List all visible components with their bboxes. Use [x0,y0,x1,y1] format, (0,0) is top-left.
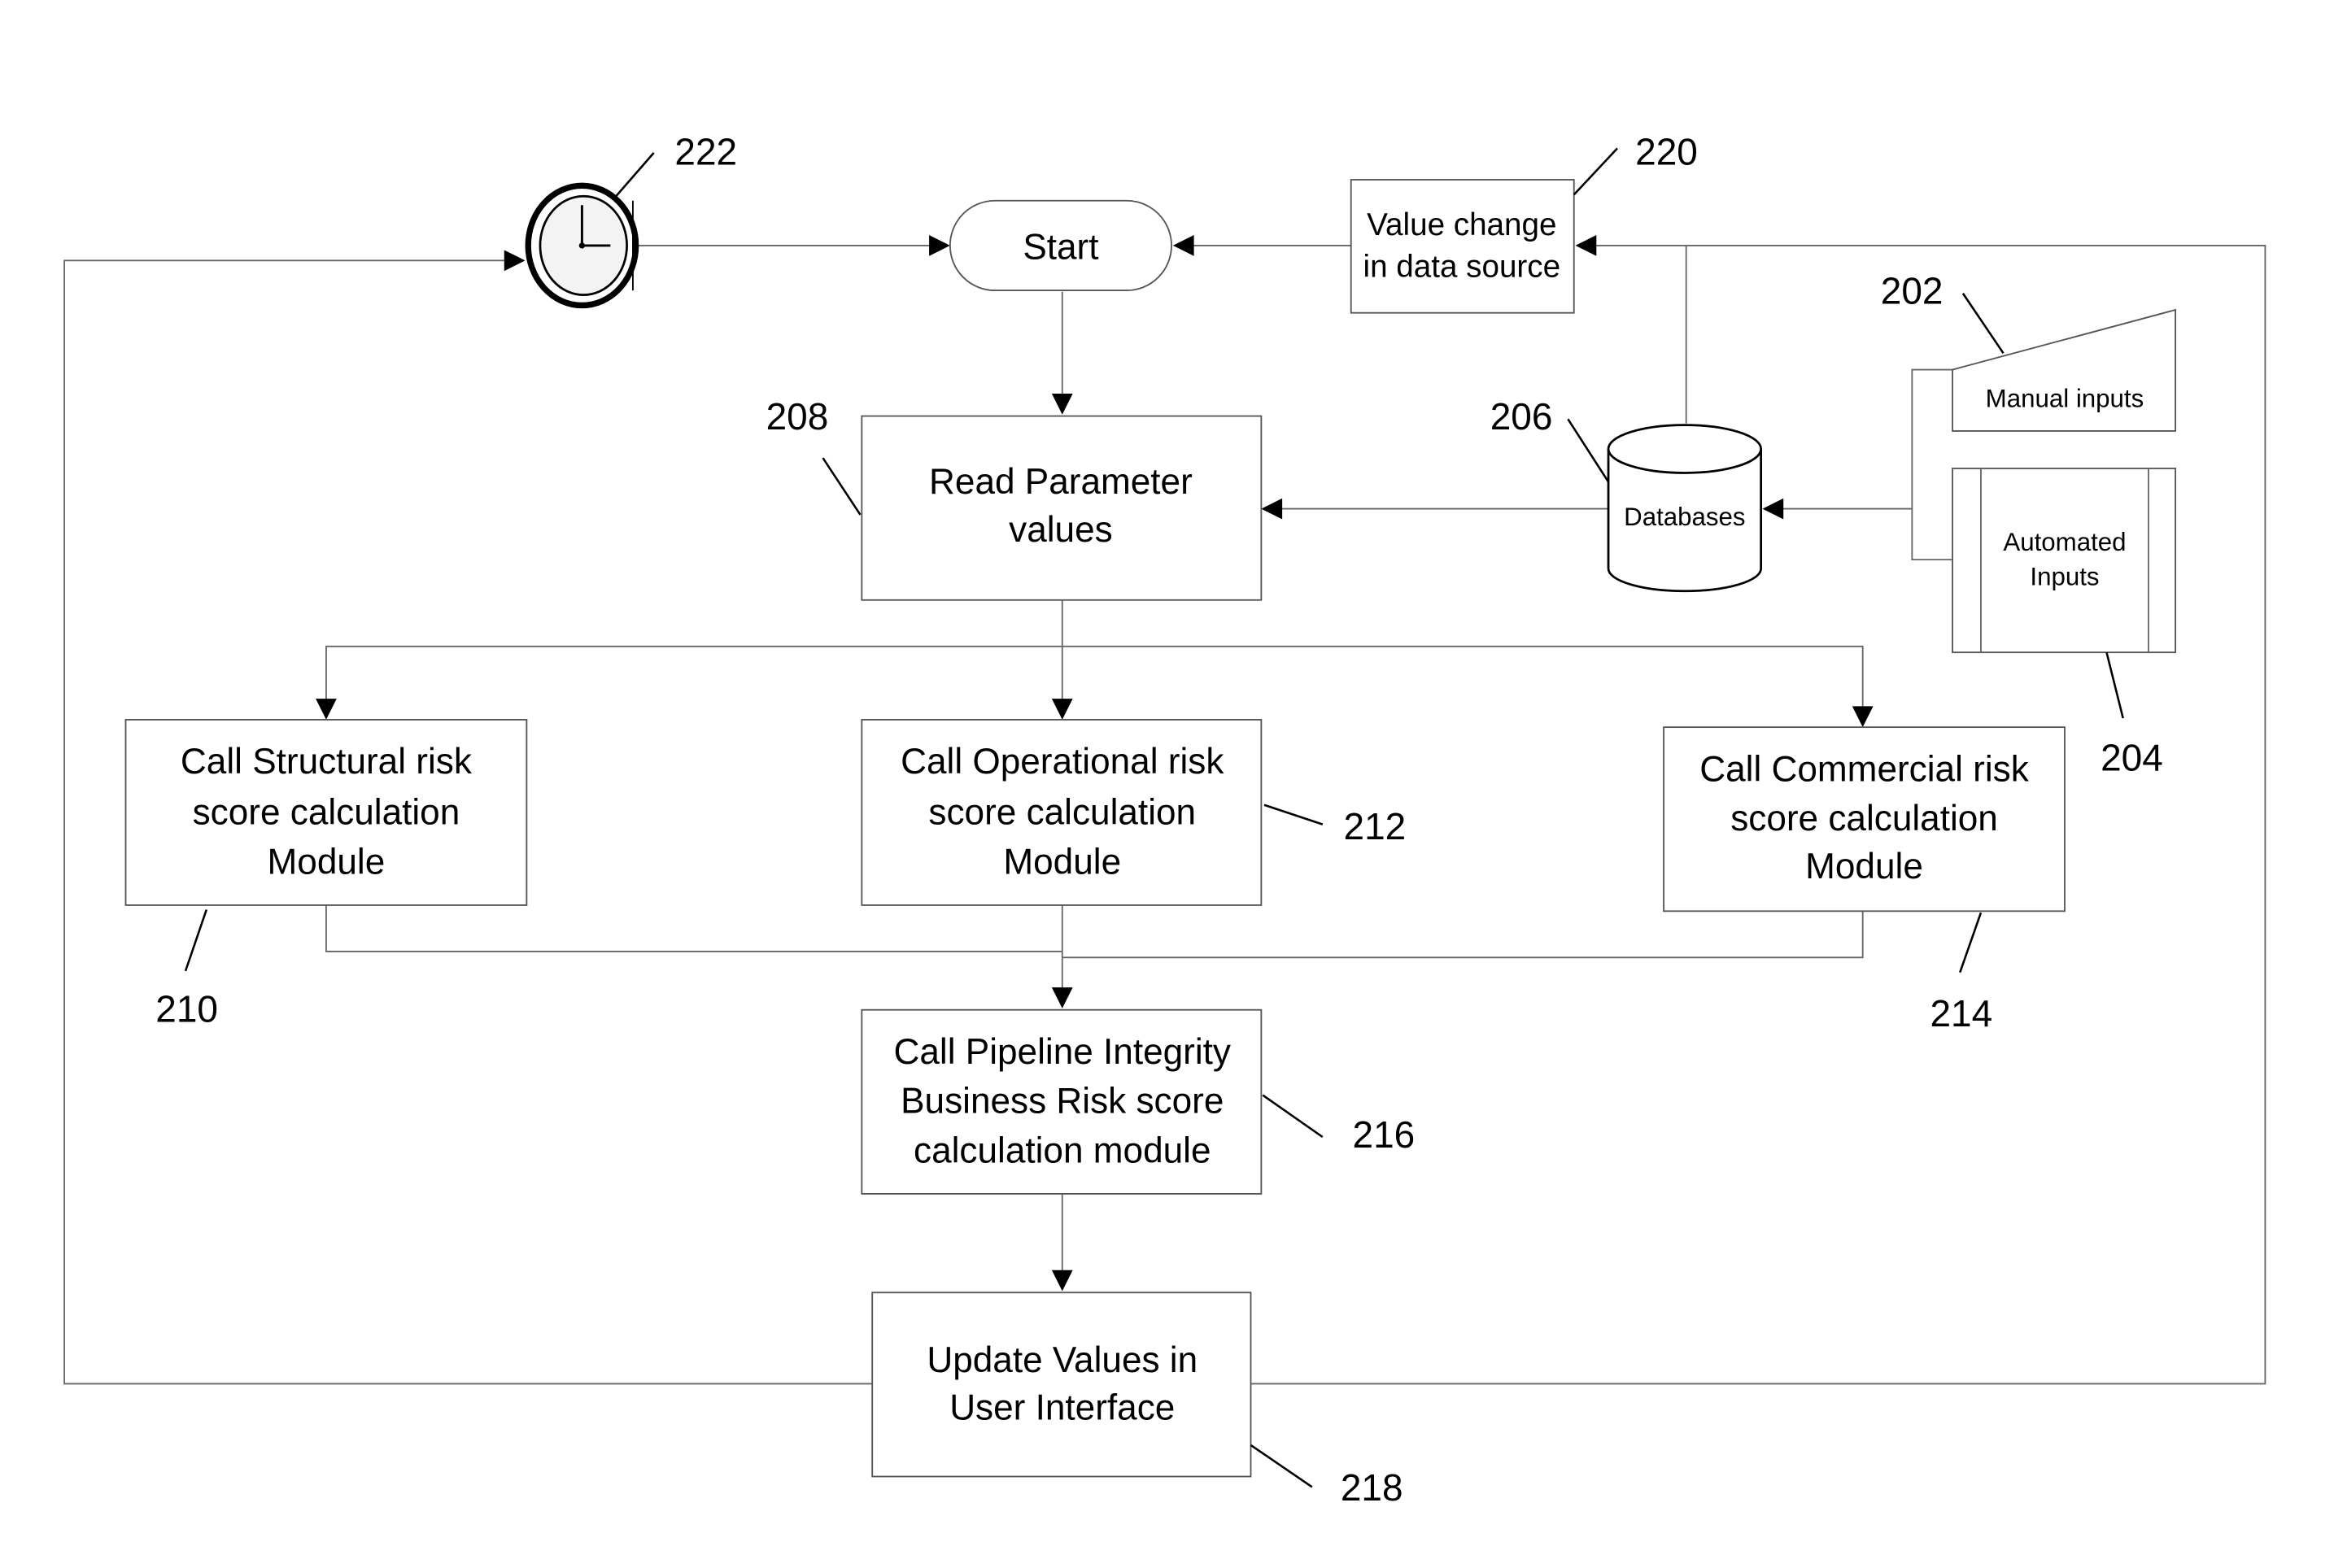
node-label: Manual inputs [1986,385,2144,413]
ref-label: 212 [1344,805,1407,847]
ref-label: 218 [1341,1466,1403,1509]
node-label: Call Pipeline Integrity [894,1032,1232,1072]
arrowhead [504,250,526,272]
start-node[interactable]: Start [949,199,1172,292]
arrowhead [929,235,950,256]
arrowhead [1852,706,1874,728]
structural-module-node[interactable]: Call Structural risk score calculation M… [124,718,528,1030]
node-label: score calculation [1730,799,1998,838]
arrowhead [1051,1270,1073,1291]
ref-label: 206 [1490,395,1553,438]
inputs-bracket [1911,368,1953,561]
update-ui-node[interactable]: Update Values in User Interface 218 [871,1291,1403,1509]
node-label: Module [1003,842,1121,882]
arrowhead [1172,235,1194,256]
connector-structural-pipeline [325,904,1062,952]
arrowhead [1762,498,1784,520]
node-label: score calculation [193,793,460,833]
value-change-node[interactable]: Value change in data source 220 [1350,131,1698,314]
node-label: Value change [1367,207,1556,242]
node-label: Read Parameter [929,462,1193,502]
arrowhead [1051,987,1073,1008]
node-label: Start [1023,227,1098,267]
node-label: Inputs [2030,562,2099,590]
node-label: Call Commercial risk [1699,749,2029,789]
flowchart: 222 Start Value change in data source 22… [63,131,2266,1509]
node-label: in data source [1363,250,1561,285]
node-label: Module [1805,847,1923,886]
pipeline-module-node[interactable]: Call Pipeline Integrity Business Risk sc… [861,1008,1416,1195]
arrowhead [1051,699,1073,720]
node-label: score calculation [928,793,1196,833]
ref-label: 208 [766,395,829,438]
ref-label: 216 [1353,1113,1416,1156]
read-parameters-node[interactable]: Read Parameter values 208 [766,395,1263,601]
ref-label: 204 [2101,736,2163,778]
node-label: Automated [2003,528,2126,556]
arrowhead [1575,235,1597,256]
ref-label: 220 [1635,131,1698,173]
node-label: Business Risk score [901,1082,1224,1122]
arrowhead [1261,498,1283,520]
ref-label: 210 [155,987,218,1030]
node-label: Databases [1624,503,1745,531]
arrowhead [1051,393,1073,415]
node-label: User Interface [949,1388,1175,1428]
clock-icon [525,182,639,309]
node-label: Module [268,842,386,882]
connector-commercial-pipeline [1062,911,1864,959]
node-label: Call Structural risk [181,742,473,782]
node-label: Call Operational risk [901,742,1224,782]
ref-label: 222 [674,131,737,173]
commercial-module-node[interactable]: Call Commercial risk score calculation M… [1663,726,2066,1034]
arrowhead [316,699,337,720]
ref-label: 214 [1930,992,1992,1034]
node-label: values [1009,510,1113,550]
manual-inputs-node[interactable]: Manual inputs 202 [1881,270,2176,432]
connector-read-branches [325,645,1864,707]
databases-node[interactable]: Databases 206 [1490,395,1763,593]
timer-node: 222 [525,131,737,309]
node-label: Update Values in [927,1340,1198,1380]
operational-module-node[interactable]: Call Operational risk score calculation … [861,718,1407,906]
ref-label: 202 [1881,270,1944,312]
node-label: calculation module [914,1130,1211,1170]
